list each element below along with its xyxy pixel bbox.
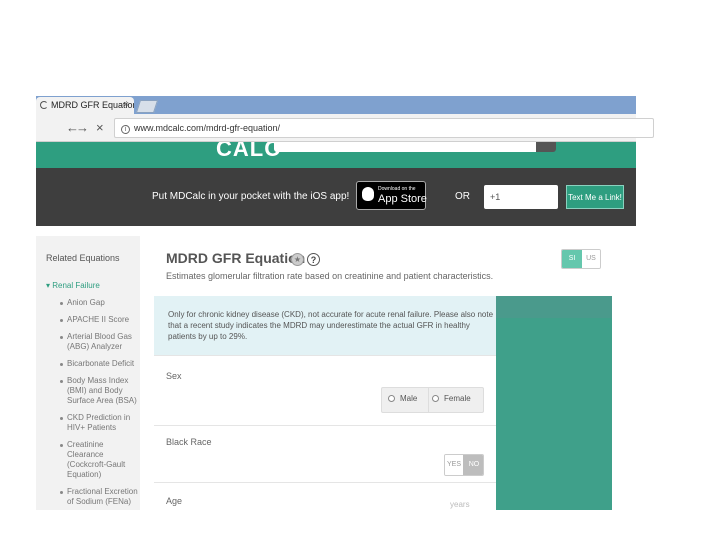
sidebar-item[interactable]: Creatinine Clearance (Cockcroft-Gault Eq… — [60, 440, 138, 480]
age-label: Age — [166, 496, 183, 506]
url-text: www.mdcalc.com/mdrd-gfr-equation/ — [134, 123, 281, 133]
browser-toolbar: ← → × i www.mdcalc.com/mdrd-gfr-equation/ — [36, 114, 654, 142]
sidebar-heading: Related Equations — [46, 253, 120, 263]
sex-radio-group: Male Female — [381, 387, 484, 413]
sex-male-option[interactable]: Male — [388, 394, 417, 403]
black-race-no-button[interactable]: NO — [463, 455, 483, 475]
age-row: Age years — [154, 482, 496, 510]
site-header: CALC — [36, 142, 636, 168]
or-label: OR — [455, 191, 470, 202]
text-me-link-button[interactable]: Text Me a Link! — [566, 185, 624, 209]
help-icon[interactable]: ? — [307, 253, 320, 266]
calculator-title: MDRD GFR Equation — [166, 250, 306, 266]
black-race-yes-button[interactable]: YES — [445, 455, 463, 475]
unit-si-button[interactable]: SI — [562, 250, 582, 268]
divider — [428, 388, 429, 412]
info-notice: Only for chronic kidney disease (CKD), n… — [154, 296, 496, 355]
tab-title: MDRD GFR Equation - M — [51, 100, 134, 110]
sidebar-item[interactable]: Bicarbonate Deficit — [60, 359, 138, 369]
sex-female-option[interactable]: Female — [432, 394, 471, 403]
sidebar-item[interactable]: Body Mass Index (BMI) and Body Surface A… — [60, 376, 138, 406]
radio-icon — [388, 395, 395, 402]
site-search-input[interactable] — [274, 142, 554, 152]
age-unit-label: years — [450, 500, 470, 509]
sex-row: Sex Male Female — [154, 355, 496, 425]
phone-number-input[interactable] — [484, 185, 558, 209]
address-bar[interactable]: i www.mdcalc.com/mdrd-gfr-equation/ — [114, 118, 654, 138]
sidebar-item[interactable]: Anion Gap — [60, 298, 138, 308]
calculator-subtitle: Estimates glomerular filtration rate bas… — [166, 271, 494, 281]
black-race-row: Black Race YES NO — [154, 425, 496, 482]
tab-close-icon[interactable]: × — [124, 99, 129, 109]
app-store-small-text: Download on the — [378, 186, 416, 192]
black-race-label: Black Race — [166, 437, 212, 447]
sex-female-label: Female — [444, 394, 471, 403]
promo-text: Put MDCalc in your pocket with the iOS a… — [152, 191, 350, 202]
related-equations-sidebar: Related Equations ▾ Renal Failure Anion … — [36, 236, 140, 510]
radio-icon — [432, 395, 439, 402]
sidebar-item[interactable]: Arterial Blood Gas (ABG) Analyzer — [60, 332, 138, 352]
star-icon[interactable]: ★ — [291, 253, 304, 266]
sex-male-label: Male — [400, 394, 418, 403]
sex-label: Sex — [166, 371, 182, 381]
site-search-button[interactable] — [536, 142, 556, 152]
results-panel — [496, 296, 612, 510]
sidebar-item[interactable]: CKD Prediction in HIV+ Patients — [60, 413, 138, 433]
sidebar-item[interactable]: APACHE II Score — [60, 315, 138, 325]
forward-arrow-icon[interactable]: → — [76, 120, 89, 135]
black-race-toggle: YES NO — [444, 454, 484, 476]
apple-icon — [362, 187, 374, 201]
results-panel-header — [496, 296, 612, 318]
info-notice-text: Only for chronic kidney disease (CKD), n… — [168, 310, 494, 341]
unit-toggle: SI US — [561, 249, 601, 269]
browser-tab[interactable]: MDRD GFR Equation - M × — [36, 97, 134, 114]
sidebar-list: Anion Gap APACHE II Score Arterial Blood… — [60, 298, 138, 510]
site-logo[interactable]: CALC — [216, 142, 281, 162]
unit-us-button[interactable]: US — [582, 250, 600, 268]
loading-icon — [40, 101, 48, 109]
sidebar-item[interactable]: Fractional Excretion of Sodium (FENa) — [60, 487, 138, 507]
app-promo-banner: Put MDCalc in your pocket with the iOS a… — [36, 168, 636, 226]
stop-icon[interactable]: × — [96, 120, 104, 135]
app-store-big-text: App Store — [378, 193, 427, 205]
info-icon[interactable]: i — [121, 125, 130, 134]
app-store-badge[interactable]: Download on the App Store — [356, 181, 427, 210]
sidebar-category-renal-failure[interactable]: ▾ Renal Failure — [46, 281, 100, 290]
